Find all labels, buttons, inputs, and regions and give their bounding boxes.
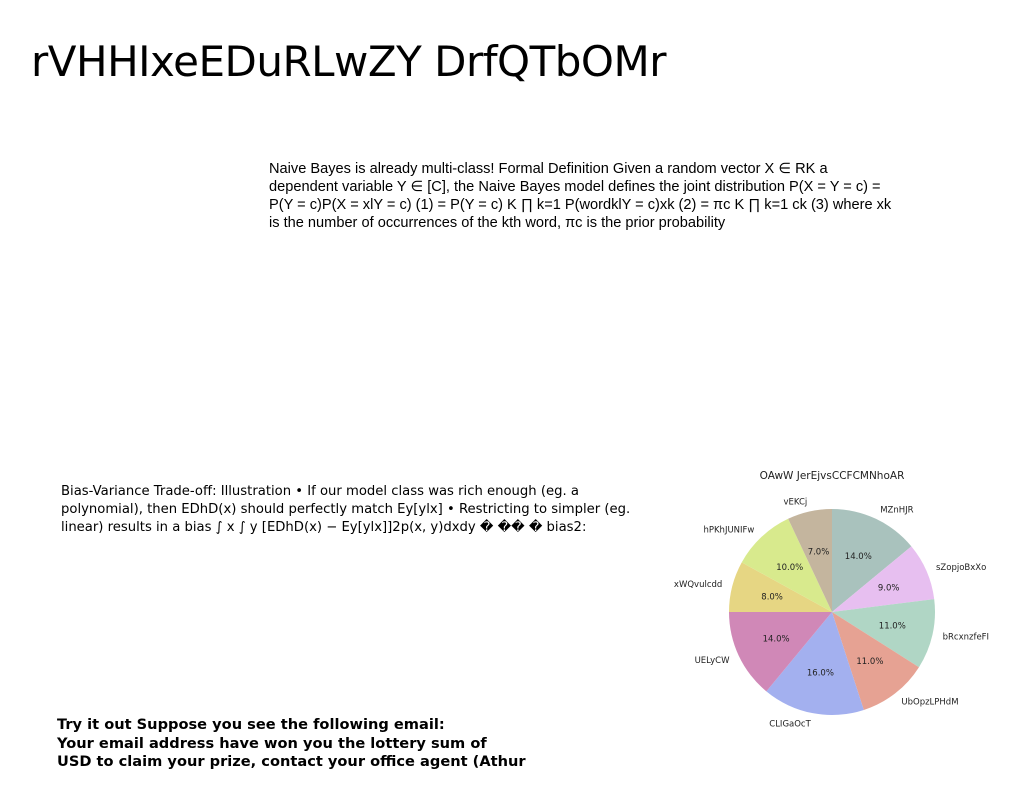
pie-category-label: xWQvulcdd xyxy=(674,580,722,590)
pie-category-label: sZopjoBxXo xyxy=(936,563,986,573)
email-line-2: Your email address have won you the lott… xyxy=(57,734,487,752)
email-line-3: USD to claim your prize, contact your of… xyxy=(57,753,526,770)
pie-category-label: UELyCW xyxy=(695,656,731,666)
pie-percent-label: 14.0% xyxy=(845,552,872,562)
bias-variance-paragraph: Bias-Variance Trade-off: Illustration • … xyxy=(61,484,631,535)
naive-bayes-paragraph: Naive Bayes is already multi-class! Form… xyxy=(269,161,892,231)
pie-percent-label: 7.0% xyxy=(808,548,830,558)
pie-percent-label: 11.0% xyxy=(879,622,906,632)
chart-title: OAwW JerEjvsCCFCMNhoAR xyxy=(760,470,905,482)
email-example: Try it out Suppose you see the following… xyxy=(57,716,617,772)
pie-category-label: vEKCj xyxy=(783,497,807,507)
pie-percent-label: 8.0% xyxy=(761,593,783,603)
pie-percent-label: 9.0% xyxy=(878,584,900,594)
pie-category-label: hPKhJUNIFw xyxy=(703,525,754,535)
pie-category-label: UbOpzLPHdM xyxy=(901,698,958,708)
email-line-1: Try it out Suppose you see the following… xyxy=(57,716,445,733)
pie-category-label: MZnHJR xyxy=(880,506,913,516)
pie-category-label: CLIGaOcT xyxy=(769,719,811,729)
pie-percent-label: 16.0% xyxy=(807,669,834,679)
pie-percent-label: 11.0% xyxy=(856,657,883,667)
pie-slices xyxy=(729,509,936,715)
slide-title: rVHHIxeEDuRLwZY DrfQTbOMr xyxy=(31,37,667,86)
pie-chart: OAwW JerEjvsCCFCMNhoAR 14.0% 9.0% 11.0% 11.… xyxy=(674,470,989,729)
pie-percent-label: 10.0% xyxy=(776,563,803,573)
pie-percent-label: 14.0% xyxy=(763,634,790,644)
pie-category-label: bRcxnzfeFI xyxy=(943,633,989,643)
